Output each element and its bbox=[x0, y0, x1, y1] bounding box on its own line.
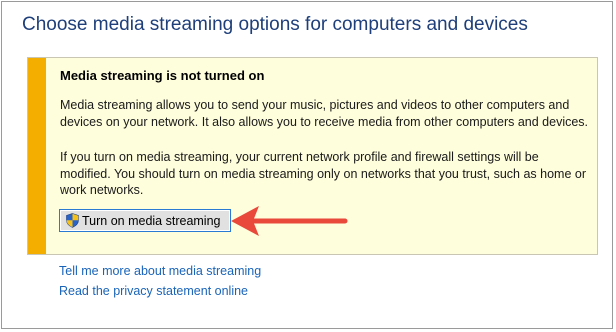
page-title: Choose media streaming options for compu… bbox=[22, 14, 528, 35]
notice-stripe bbox=[28, 58, 46, 254]
red-arrow-icon bbox=[231, 206, 348, 236]
privacy-statement-link[interactable]: Read the privacy statement online bbox=[59, 284, 248, 298]
turn-on-media-streaming-button[interactable]: Turn on media streaming bbox=[59, 209, 231, 232]
notice-paragraph-1: Media streaming allows you to send your … bbox=[60, 98, 589, 129]
more-info-link[interactable]: Tell me more about media streaming bbox=[59, 264, 261, 278]
notice-heading: Media streaming is not turned on bbox=[60, 68, 265, 83]
uac-shield-icon bbox=[66, 213, 79, 228]
notice-paragraph-2: If you turn on media streaming, your cur… bbox=[60, 150, 586, 197]
button-label: Turn on media streaming bbox=[82, 213, 221, 228]
